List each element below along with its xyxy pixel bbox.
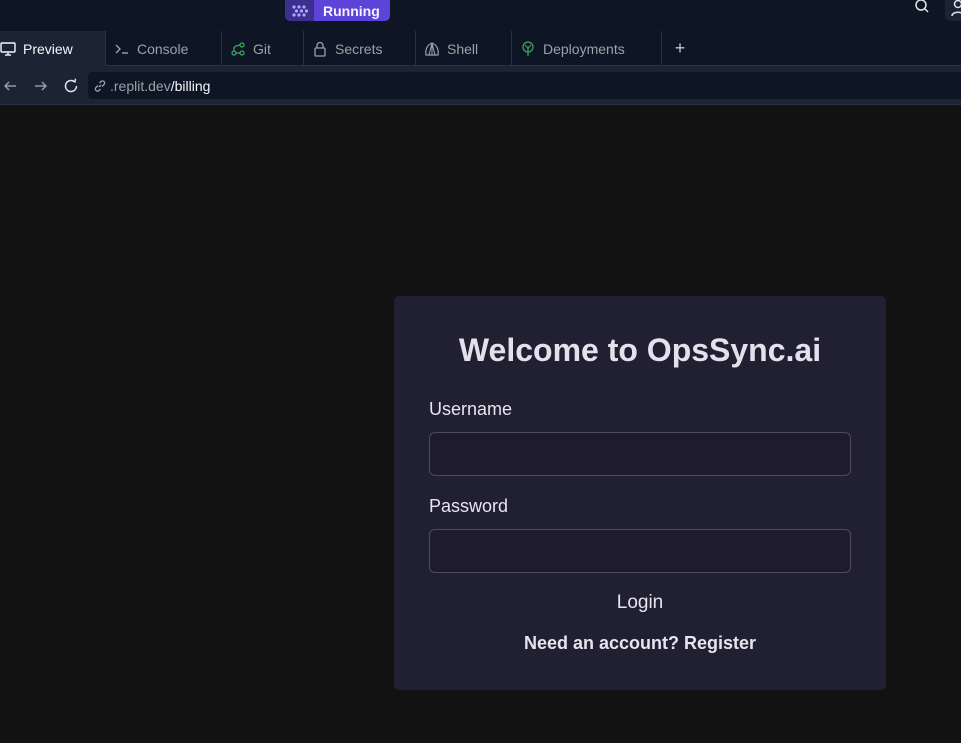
login-button[interactable]: Login [590,589,690,617]
tab-label: Console [137,40,189,57]
register-link[interactable]: Register [684,633,756,653]
register-prompt-text: Need an account? [523,633,679,653]
tab-label: Preview [23,40,73,57]
tab-git[interactable]: Git [222,31,304,66]
run-button[interactable]: Running [314,0,390,21]
username-label: Username [429,399,513,419]
url-field[interactable]: .replit.dev/billing [88,72,961,99]
password-field[interactable] [429,529,851,573]
workspace-header: Running [0,0,961,31]
tab-label: Git [253,40,271,57]
pane-tabs: Preview Console Git Secrets Shell Deploy… [0,31,961,66]
register-prompt: Need an account? Register [394,633,886,654]
reload-icon[interactable] [62,77,80,95]
webview-toolbar: .replit.dev/billing [0,66,961,105]
login-card: Welcome to OpsSync.ai Username Password … [394,296,886,690]
tab-secrets[interactable]: Secrets [304,31,416,66]
tab-console[interactable]: Console [106,31,222,66]
user-icon[interactable] [945,0,961,21]
monitor-icon [0,41,16,57]
forward-arrow-icon[interactable] [32,77,50,95]
tab-label: Shell [447,40,479,57]
link-icon [93,79,109,93]
tab-deployments[interactable]: Deployments [512,31,662,66]
running-indicator-icon[interactable] [285,0,314,21]
add-tab-button[interactable]: + [662,31,698,66]
terminal-icon [114,41,130,57]
tab-label: Secrets [335,40,383,57]
shell-icon [424,41,440,57]
url-host: .replit.dev [110,77,171,94]
tab-preview[interactable]: Preview [0,31,106,66]
username-field[interactable] [429,432,851,476]
password-label: Password [429,496,509,516]
tab-shell[interactable]: Shell [416,31,512,66]
lock-icon [312,41,328,57]
page-title: Welcome to OpsSync.ai [458,332,822,368]
run-control[interactable]: Running [285,0,390,21]
tab-label: Deployments [543,40,625,57]
deployments-icon [520,40,536,57]
git-branch-icon [230,41,246,57]
url-path: /billing [170,77,211,94]
search-icon[interactable] [912,0,932,14]
back-arrow-icon[interactable] [1,77,19,95]
